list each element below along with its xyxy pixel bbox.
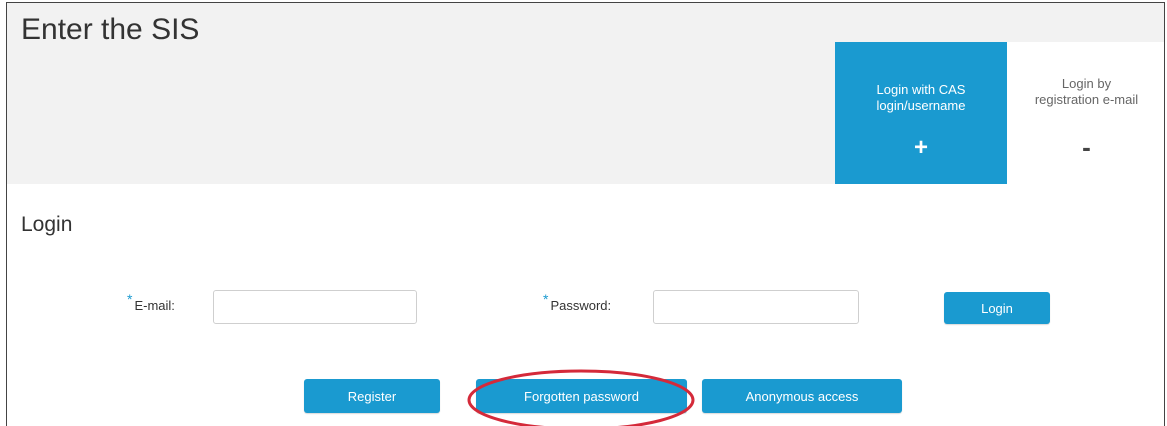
password-label-text: Password:	[550, 298, 612, 313]
password-label: * Password:	[543, 291, 612, 313]
tab-cas-login-label: Login with CAS login/username	[876, 82, 966, 113]
required-marker: *	[127, 291, 133, 307]
minus-icon: -	[1082, 132, 1091, 162]
register-button[interactable]: Register	[304, 379, 440, 413]
tab-email-login-label: Login by registration e-mail	[1034, 76, 1139, 107]
page-title: Enter the SIS	[21, 13, 200, 46]
login-page: Enter the SIS Login with CAS login/usern…	[6, 2, 1165, 426]
login-button[interactable]: Login	[944, 292, 1050, 324]
forgotten-password-button[interactable]: Forgotten password	[476, 379, 687, 413]
email-label-text: E-mail:	[134, 298, 175, 313]
email-label: * E-mail:	[127, 291, 175, 313]
required-marker: *	[543, 291, 549, 307]
tab-email-login[interactable]: Login by registration e-mail -	[1007, 42, 1164, 184]
tab-cas-login[interactable]: Login with CAS login/username +	[835, 42, 1007, 184]
anonymous-access-button[interactable]: Anonymous access	[702, 379, 902, 413]
email-field[interactable]	[213, 290, 417, 324]
password-field[interactable]	[653, 290, 859, 324]
section-title: Login	[21, 213, 73, 236]
header: Enter the SIS Login with CAS login/usern…	[7, 3, 1164, 184]
plus-icon: +	[913, 134, 928, 161]
